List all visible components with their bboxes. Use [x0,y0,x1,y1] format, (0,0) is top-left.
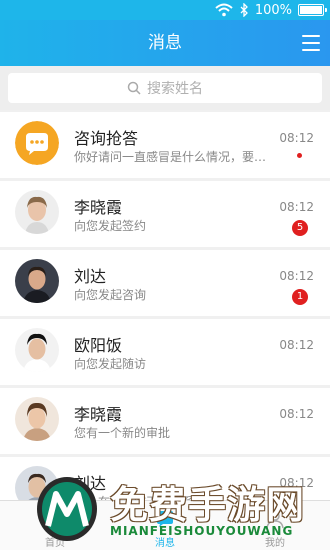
tab-home[interactable]: 首页 [0,501,110,550]
contact-name: 李晓霞 [74,198,123,217]
message-time: 08:12 [279,200,314,214]
message-time: 08:12 [279,338,314,352]
message-time: 08:12 [279,269,314,283]
message-time: 08:12 [279,131,314,145]
search-input[interactable]: 搜索姓名 [8,73,322,103]
page-title: 消息 [148,33,182,53]
tab-label: 我的 [265,538,285,549]
contact-name: 刘达 [74,474,107,493]
message-time: 08:12 [279,476,314,490]
unread-dot [297,153,302,158]
contact-name: 李晓霞 [74,405,123,424]
avatar [15,397,59,441]
status-indicators: 100% [215,1,327,19]
contact-name: 欧阳饭 [74,336,123,355]
message-preview: 向您发起咨询 [74,288,147,302]
conversation-item[interactable]: 李晓霞 您有一个新的审批 08:12 [0,388,330,454]
avatar [15,328,59,372]
unread-badge: 1 [292,289,308,305]
menu-icon[interactable] [302,35,320,51]
message-preview: 您有一个新的审批 [74,426,171,440]
message-preview: 向您发起签约 [74,219,147,233]
message-time: 08:12 [279,407,314,421]
contact-name: 刘达 [74,267,107,286]
contact-name: 咨询抢答 [74,129,139,148]
battery-percent: 100% [254,2,292,18]
conversation-item[interactable]: 欧阳饭 向您发起随访 08:12 [0,319,330,385]
nav-bar: 消息 [0,20,330,66]
tab-label: 首页 [45,538,65,549]
avatar [15,190,59,234]
chat-icon [157,511,173,527]
status-bar: 100% [0,0,330,20]
tab-messages[interactable]: 消息 [110,501,220,550]
tab-profile[interactable]: 我的 [220,501,330,550]
conversation-list: 咨询抢答 你好请问一直感冒是什么情况，要… 08:12 李晓霞 向您发起签约 0… [0,112,330,526]
unread-badge: 5 [292,220,308,236]
message-preview: 你好请问一直感冒是什么情况，要… [74,150,267,164]
search-icon [127,81,141,95]
tab-bar: 首页 消息 我的 [0,500,330,550]
user-icon [266,511,284,529]
wifi-icon [215,3,233,17]
home-icon [46,510,64,528]
conversation-item[interactable]: 李晓霞 向您发起签约 08:12 5 [0,181,330,247]
search-placeholder: 搜索姓名 [147,81,203,97]
tab-label: 消息 [155,538,175,549]
search-bar: 搜索姓名 [0,66,330,110]
message-preview: 向您发起随访 [74,357,147,371]
consult-avatar [15,121,59,165]
battery-icon [298,4,327,16]
bluetooth-icon [240,3,248,17]
avatar [15,259,59,303]
conversation-item[interactable]: 刘达 向您发起咨询 08:12 1 [0,250,330,316]
battery-fill [300,6,322,14]
conversation-item[interactable]: 咨询抢答 你好请问一直感冒是什么情况，要… 08:12 [0,112,330,178]
chat-bubble-icon [15,121,59,165]
